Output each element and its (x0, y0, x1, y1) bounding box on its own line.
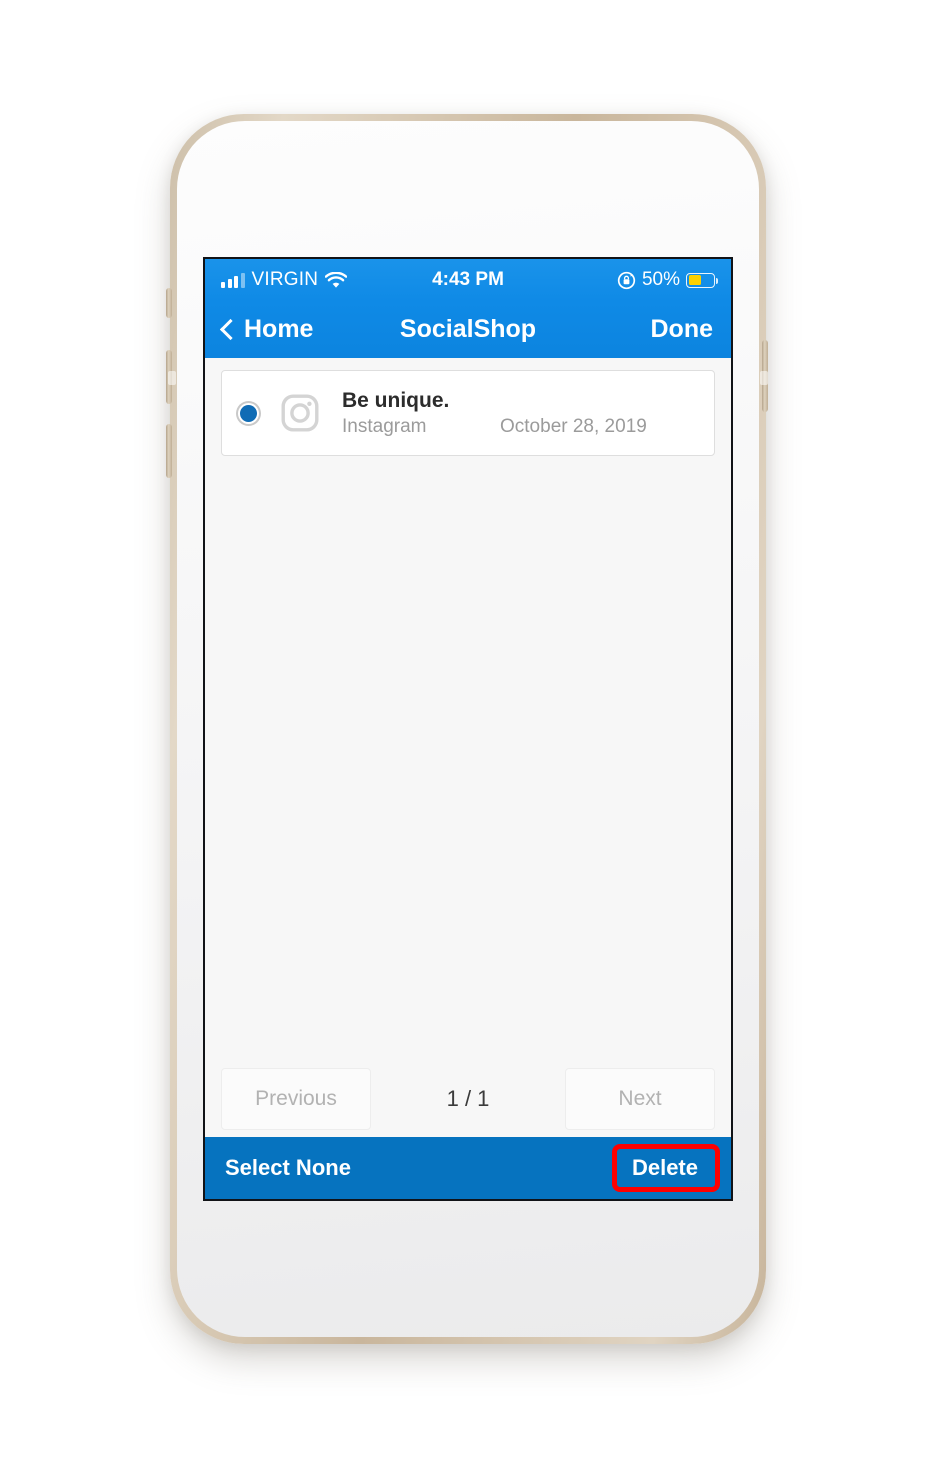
status-bar: VIRGIN 4:43 PM 50% (205, 259, 731, 301)
chevron-left-icon (219, 318, 242, 340)
status-bar-right: 50% (617, 269, 718, 291)
done-button[interactable]: Done (651, 315, 714, 344)
mute-switch-button[interactable] (166, 288, 172, 318)
antenna-band-left (168, 371, 176, 385)
rotation-lock-icon (617, 271, 636, 290)
list-item-meta: Instagram October 28, 2019 (342, 416, 700, 438)
list-item[interactable]: Be unique. Instagram October 28, 2019 (221, 370, 715, 456)
wifi-icon (325, 271, 348, 289)
page-indicator: 1 / 1 (446, 1086, 490, 1111)
antenna-band-right (760, 371, 768, 385)
carrier-label: VIRGIN (251, 269, 319, 290)
list-item-title: Be unique. (342, 388, 450, 412)
delete-button[interactable]: Delete (632, 1155, 698, 1180)
previous-page-button[interactable]: Previous (221, 1068, 371, 1130)
bottom-toolbar: Select None Delete (205, 1137, 731, 1199)
volume-down-button[interactable] (166, 424, 172, 478)
list-item-date: October 28, 2019 (500, 416, 647, 438)
back-button[interactable]: Home (219, 315, 314, 344)
next-page-button[interactable]: Next (565, 1068, 715, 1130)
list-item-network: Instagram (342, 416, 427, 438)
battery-icon (686, 272, 718, 288)
back-button-label: Home (244, 315, 314, 343)
pagination-bar: Previous 1 / 1 Next (205, 1061, 731, 1137)
phone-screen: VIRGIN 4:43 PM 50% Home SocialShop Done … (203, 257, 733, 1201)
list-item-texts: Be unique. Instagram October 28, 2019 (342, 388, 700, 438)
radio-selected-icon[interactable] (236, 400, 261, 426)
signal-bars-icon (221, 272, 245, 288)
delete-button-wrapper[interactable]: Delete (611, 1144, 720, 1192)
instagram-icon (280, 393, 320, 433)
navigation-bar: Home SocialShop Done (205, 301, 731, 358)
post-list: Be unique. Instagram October 28, 2019 (205, 358, 731, 1061)
battery-percent-label: 50% (641, 269, 680, 290)
status-bar-left: VIRGIN (221, 269, 348, 291)
select-none-button[interactable]: Select None (225, 1155, 351, 1181)
